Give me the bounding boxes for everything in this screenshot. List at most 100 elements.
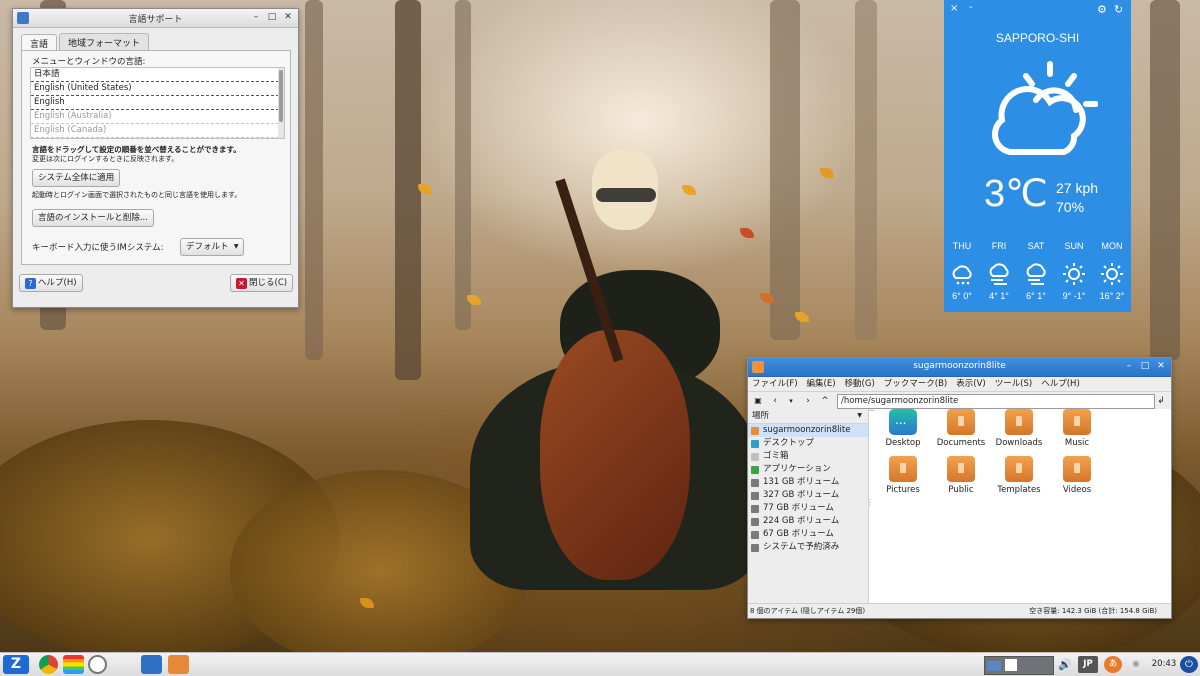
maximize-icon[interactable]: □ [266,11,278,23]
close-icon[interactable]: × [950,3,958,14]
minimize-icon[interactable]: – [1123,360,1135,372]
drive-icon [751,491,759,500]
help-icon: ? [25,278,36,289]
menu-tools[interactable]: ツール(S) [995,377,1033,391]
im-system-dropdown[interactable]: デフォルト ▼ [180,238,244,256]
forward-icon[interactable]: › [801,394,815,408]
workspace-2[interactable] [1005,659,1017,671]
maximize-icon[interactable]: □ [1139,360,1151,372]
close-icon[interactable]: ✕ [282,11,294,23]
file-label: Videos [1062,485,1092,495]
sidebar-item-volume[interactable]: 327 GB ボリューム [748,489,868,502]
forecast-day: THU [952,241,972,251]
file-label: Music [1064,438,1090,448]
sidebar-item-volume[interactable]: 131 GB ボリューム [748,476,868,489]
refresh-icon[interactable]: ↻ [1114,3,1123,16]
list-item[interactable]: 日本語 [31,68,284,82]
path-input[interactable]: /home/sugarmoonzorin8lite [837,394,1155,409]
compass-app-icon[interactable] [88,655,107,674]
snow-cloud-icon [952,265,972,285]
titlebar[interactable]: sugarmoonzorin8lite – □ ✕ [748,358,1171,377]
minimize-icon[interactable]: – [250,11,262,23]
network-icon[interactable]: ◉ [1128,656,1144,673]
language-list[interactable]: 日本語 English (United States) English Engl… [30,67,285,139]
language-tab-panel: メニューとウィンドウの言語: 日本語 English (United State… [21,50,291,265]
zorin-menu-icon[interactable]: Z [3,655,29,674]
list-item[interactable]: English (Australia) [31,110,284,124]
file-label: Public [948,485,974,495]
folder-icon [889,456,917,482]
minimize-icon[interactable]: - [969,2,973,13]
menu-go[interactable]: 移動(G) [845,377,875,391]
folder-icon [1063,456,1091,482]
chrome-icon[interactable] [39,655,58,674]
sidebar-item-desktop[interactable]: デスクトップ [748,437,868,450]
clock[interactable]: 20:43 [1150,656,1178,673]
folder-icon [1063,409,1091,435]
titlebar[interactable]: 言語サポート – □ ✕ [13,9,298,28]
ime-indicator[interactable]: あ [1104,656,1122,673]
file-item-pictures[interactable]: Pictures [874,456,932,495]
chevron-down-icon[interactable]: ▼ [857,409,862,423]
sidebar-item-applications[interactable]: アプリケーション [748,463,868,476]
apply-system-wide-button[interactable]: システム全体に適用 [32,169,121,187]
forecast-day: FRI [991,241,1007,251]
menu-view[interactable]: 表示(V) [956,377,985,391]
scrollbar-thumb[interactable] [279,70,283,122]
menu-edit[interactable]: 編集(E) [807,377,836,391]
workspace-switcher[interactable] [984,656,1054,675]
sidebar-item-volume[interactable]: 77 GB ボリューム [748,502,868,515]
keyboard-layout-indicator[interactable]: JP [1078,656,1098,673]
sidebar-item-volume[interactable]: 67 GB ボリューム [748,528,868,541]
file-item-downloads[interactable]: Downloads [990,409,1048,448]
scrollbar[interactable] [278,68,284,138]
install-remove-languages-button[interactable]: 言語のインストールと削除... [32,209,154,227]
tree-trunk [1150,0,1180,360]
file-manager-task-icon[interactable] [168,655,189,674]
close-icon[interactable]: ✕ [1155,360,1167,372]
sidebar-item-label: 77 GB ボリューム [763,503,834,513]
sidebar-item-reserved[interactable]: システムで予約済み [748,541,868,554]
menu-file[interactable]: ファイル(F) [752,377,798,391]
file-item-templates[interactable]: Templates [990,456,1048,495]
back-icon[interactable]: ‹ [768,394,782,408]
file-item-documents[interactable]: Documents [932,409,990,448]
menu-bookmarks[interactable]: ブックマーク(B) [884,377,947,391]
color-stripes-app-icon[interactable] [63,655,84,674]
sidebar-item-trash[interactable]: ゴミ箱 [748,450,868,463]
list-item[interactable]: English (United States) [31,82,284,96]
file-item-videos[interactable]: Videos [1048,456,1106,495]
up-icon[interactable]: ^ [818,394,832,408]
list-item[interactable]: English (Canada) [31,124,284,138]
drive-icon [751,504,759,513]
power-icon[interactable]: ⏻ [1180,656,1198,673]
menu-help[interactable]: ヘルプ(H) [1041,377,1080,391]
back-history-icon[interactable]: ▾ [784,394,798,408]
im-system-value: デフォルト [186,242,229,252]
gear-icon[interactable]: ⚙ [1097,3,1107,16]
sidebar-item-label: デスクトップ [763,438,815,448]
file-item-public[interactable]: Public [932,456,990,495]
file-item-music[interactable]: Music [1048,409,1106,448]
language-support-task-icon[interactable] [141,655,162,674]
current-temperature: 3℃ [984,173,1048,215]
sidebar-item-label: 131 GB ボリューム [763,477,840,487]
sidebar-item-volume[interactable]: 224 GB ボリューム [748,515,868,528]
home-folder-icon [751,426,759,435]
places-header[interactable]: 場所 ▼ [748,409,868,424]
help-button[interactable]: ? ヘルプ(H) [19,274,83,292]
pane-splitter-handle[interactable]: ⋮ [866,498,874,507]
desktop-folder-icon [889,409,917,435]
drive-icon [751,530,759,539]
workspace-1[interactable] [987,661,1001,671]
tree-trunk [855,0,877,340]
list-item[interactable]: English [31,96,284,110]
close-button[interactable]: ✕ 閉じる(C) [230,274,294,292]
tab-regional-formats[interactable]: 地域フォーマット [59,33,150,51]
item-count: 8 個のアイテム (隠しアイテム 29個) [750,607,866,615]
go-icon[interactable]: ↲ [1154,394,1168,408]
volume-icon[interactable]: 🔊 [1056,656,1074,673]
new-tab-icon[interactable]: ▣ [751,394,765,408]
file-item-desktop[interactable]: Desktop [874,409,932,448]
sidebar-item-home[interactable]: sugarmoonzorin8lite [748,424,868,437]
